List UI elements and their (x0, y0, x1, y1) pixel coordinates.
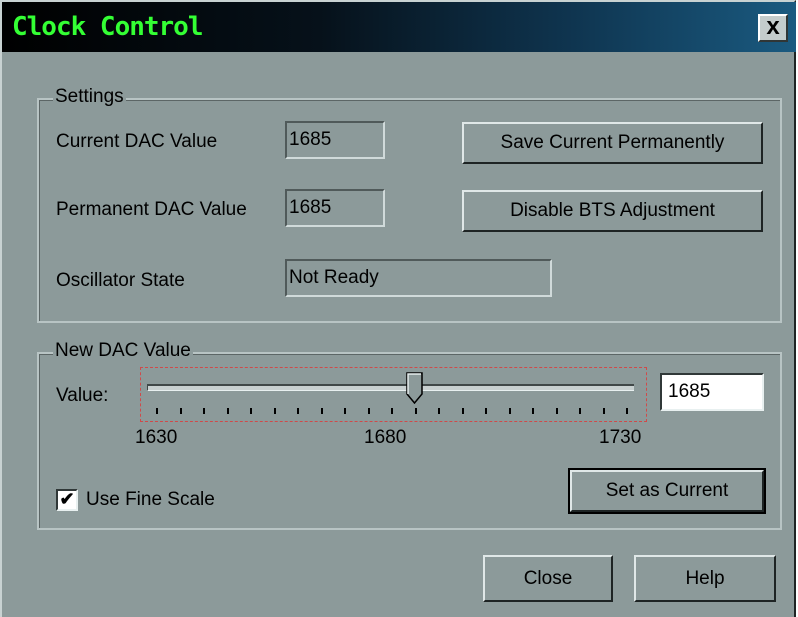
slider-tick (485, 408, 487, 414)
slider-tick (532, 408, 534, 414)
slider-tick (555, 408, 558, 414)
new-dac-legend: New DAC Value (53, 340, 193, 362)
current-dac-field: 1685 (285, 121, 385, 159)
tick-label-min: 1630 (135, 427, 178, 448)
dac-slider[interactable] (140, 367, 647, 422)
window-title: Clock Control (12, 12, 203, 42)
slider-tick (438, 408, 440, 414)
fine-scale-label: Use Fine Scale (86, 489, 215, 510)
slider-tick (461, 408, 464, 414)
permanent-dac-label: Permanent DAC Value (56, 199, 247, 220)
fine-scale-checkbox[interactable]: ✔ (56, 489, 78, 511)
settings-legend: Settings (53, 86, 126, 108)
clock-control-dialog: Clock Control x Settings Current DAC Val… (0, 0, 796, 617)
slider-tick (250, 408, 252, 414)
set-as-current-button[interactable]: Set as Current (568, 468, 766, 514)
oscillator-state-field: Not Ready (285, 259, 552, 297)
current-dac-label: Current DAC Value (56, 131, 218, 152)
value-label: Value: (56, 385, 109, 406)
save-current-permanently-button[interactable]: Save Current Permanently (462, 122, 763, 164)
oscillator-state-label: Oscillator State (56, 270, 185, 291)
slider-tick (508, 408, 511, 414)
slider-tick (320, 408, 323, 414)
slider-track[interactable] (147, 384, 634, 391)
close-button[interactable]: Close (483, 555, 613, 602)
slider-thumb[interactable] (405, 372, 424, 404)
slider-tick (414, 408, 417, 414)
tick-label-mid: 1680 (364, 427, 407, 448)
slider-tick (367, 408, 370, 414)
title-bar[interactable]: Clock Control x (2, 2, 796, 52)
slider-tick (344, 408, 346, 414)
slider-tick (602, 408, 605, 414)
slider-tick (579, 408, 581, 414)
slider-tick (391, 408, 393, 414)
slider-tick (273, 408, 276, 414)
help-button[interactable]: Help (634, 555, 776, 602)
close-icon[interactable]: x (758, 14, 788, 42)
disable-bts-adjustment-button[interactable]: Disable BTS Adjustment (462, 190, 763, 232)
slider-tick (297, 408, 299, 414)
slider-tick (179, 408, 182, 414)
dac-value-input[interactable] (660, 373, 764, 411)
slider-tick (226, 408, 229, 414)
slider-tick (203, 408, 205, 414)
permanent-dac-field: 1685 (285, 189, 385, 227)
slider-tick (156, 408, 158, 414)
tick-label-max: 1730 (599, 427, 642, 448)
slider-tick (626, 408, 628, 414)
